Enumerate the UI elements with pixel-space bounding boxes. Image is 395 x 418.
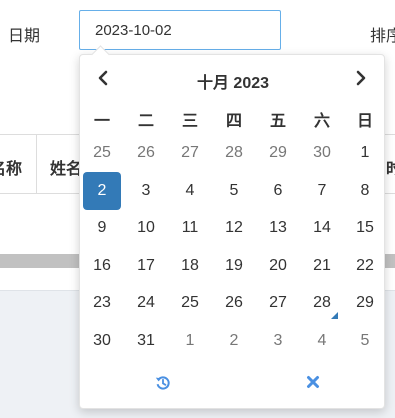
day-cell[interactable]: 17	[127, 247, 165, 285]
day-cell[interactable]: 3	[259, 322, 297, 360]
day-cell[interactable]: 4	[303, 322, 341, 360]
day-cell[interactable]: 22	[346, 247, 384, 285]
today-day-cell[interactable]: 28	[303, 284, 341, 322]
reset-today-button[interactable]	[148, 373, 178, 393]
day-cell[interactable]: 25	[171, 284, 209, 322]
weekday-header: 日	[356, 113, 373, 130]
day-cell[interactable]: 12	[215, 209, 253, 247]
date-picker-popup: 十月 2023 一二三四五六日 25 26 27 28 29 30 1 2 3 4 5 6 7 8 9 10 1…	[79, 45, 386, 409]
day-cell[interactable]: 30	[303, 134, 341, 172]
month-year-title[interactable]: 十月 2023	[80, 69, 386, 93]
day-cell[interactable]: 21	[303, 247, 341, 285]
day-cell[interactable]: 23	[83, 284, 121, 322]
chevron-right-icon	[356, 70, 366, 86]
column-divider	[36, 135, 37, 193]
date-filter-label: 日期	[8, 28, 41, 45]
day-cell[interactable]: 16	[83, 247, 121, 285]
day-cell[interactable]: 20	[259, 247, 297, 285]
day-cell[interactable]: 5	[215, 172, 253, 210]
day-cell[interactable]: 11	[171, 209, 209, 247]
column-header-time[interactable]: 时	[386, 155, 395, 179]
day-cell[interactable]: 4	[171, 172, 209, 210]
day-cell[interactable]: 5	[346, 322, 384, 360]
day-cell[interactable]: 24	[127, 284, 165, 322]
selected-day-cell[interactable]: 2	[83, 172, 121, 210]
weekday-header: 三	[181, 113, 198, 130]
date-input[interactable]	[79, 10, 281, 50]
day-cell[interactable]: 26	[127, 134, 165, 172]
day-cell[interactable]: 1	[171, 322, 209, 360]
day-cell[interactable]: 27	[259, 284, 297, 322]
weekday-header: 一	[93, 113, 110, 130]
day-cell[interactable]: 29	[259, 134, 297, 172]
day-cell[interactable]: 30	[83, 322, 121, 360]
history-reset-icon	[155, 376, 170, 390]
next-month-button[interactable]	[346, 68, 376, 90]
day-cell[interactable]: 29	[346, 284, 384, 322]
day-cell[interactable]: 1	[346, 134, 384, 172]
day-cell[interactable]: 26	[215, 284, 253, 322]
weekday-header: 六	[313, 113, 330, 130]
day-cell[interactable]: 10	[127, 209, 165, 247]
day-cell[interactable]: 27	[171, 134, 209, 172]
day-cell[interactable]: 25	[83, 134, 121, 172]
weekday-header: 二	[137, 113, 154, 130]
column-header-person[interactable]: 姓名	[50, 155, 82, 179]
day-cell[interactable]: 9	[83, 209, 121, 247]
day-cell[interactable]: 8	[346, 172, 384, 210]
day-cell[interactable]: 31	[127, 322, 165, 360]
day-cell[interactable]: 13	[259, 209, 297, 247]
day-cell[interactable]: 15	[346, 209, 384, 247]
column-header-name[interactable]: 名称	[0, 155, 22, 179]
day-cell[interactable]: 28	[215, 134, 253, 172]
weekday-header: 四	[225, 113, 242, 130]
sort-label: 排序	[370, 28, 395, 45]
day-cell[interactable]: 19	[215, 247, 253, 285]
day-cell[interactable]: 14	[303, 209, 341, 247]
day-cell[interactable]: 18	[171, 247, 209, 285]
close-icon	[307, 376, 319, 388]
day-cell[interactable]: 3	[127, 172, 165, 210]
day-cell[interactable]: 2	[215, 322, 253, 360]
clear-date-button[interactable]	[298, 373, 328, 393]
day-cell[interactable]: 6	[259, 172, 297, 210]
day-cell[interactable]: 7	[303, 172, 341, 210]
weekday-header: 五	[269, 113, 286, 130]
